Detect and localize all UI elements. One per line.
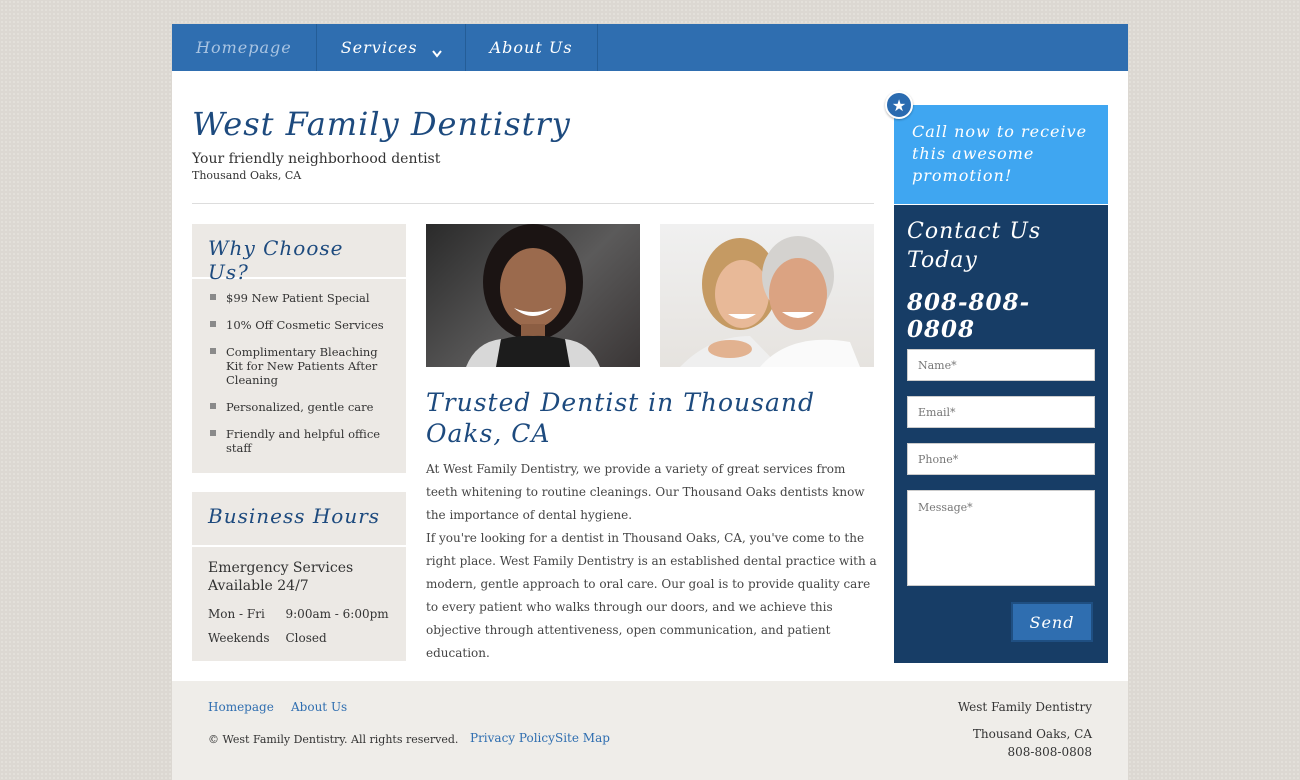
copyright: © West Family Dentistry. All rights rese… bbox=[208, 733, 459, 746]
emergency-services: Emergency Services Available 24/7 bbox=[208, 560, 354, 594]
nav-homepage-label: Homepage bbox=[196, 38, 292, 57]
list-item: $99 New Patient Special bbox=[210, 291, 390, 305]
nav-about-us[interactable]: About Us bbox=[466, 24, 598, 71]
hours-time: 9:00am - 6:00pm bbox=[285, 607, 389, 621]
footer-link-homepage[interactable]: Homepage bbox=[208, 700, 274, 714]
hours-table: Mon - Fri 9:00am - 6:00pm Weekends Close… bbox=[208, 607, 405, 655]
name-field[interactable] bbox=[907, 349, 1095, 381]
star-icon: ★ bbox=[885, 91, 913, 119]
footer: Homepage About Us © West Family Dentistr… bbox=[172, 681, 1128, 780]
section-title: Trusted Dentist in Thousand Oaks, CA bbox=[426, 388, 815, 448]
phone-field[interactable] bbox=[907, 443, 1095, 475]
footer-link-site-map[interactable]: Site Map bbox=[555, 731, 610, 745]
contact-title: Contact Us Today bbox=[907, 219, 1042, 273]
list-item: Personalized, gentle care bbox=[210, 400, 390, 414]
message-field[interactable] bbox=[907, 490, 1095, 586]
why-list: $99 New Patient Special 10% Off Cosmetic… bbox=[192, 279, 406, 455]
list-item: 10% Off Cosmetic Services bbox=[210, 318, 390, 332]
nav-services[interactable]: Services bbox=[317, 24, 466, 71]
business-hours-title: Business Hours bbox=[192, 492, 406, 547]
patient-photo-couple bbox=[660, 224, 874, 367]
why-choose-us-box: Why Choose Us? $99 New Patient Special 1… bbox=[192, 224, 406, 473]
why-choose-us-title: Why Choose Us? bbox=[192, 224, 406, 284]
business-hours-box: Business Hours Emergency Services Availa… bbox=[192, 492, 406, 661]
footer-phone: 808-808-0808 bbox=[1007, 745, 1092, 759]
contact-phone[interactable]: 808-808-0808 bbox=[907, 289, 1095, 343]
site-title: West Family Dentistry bbox=[192, 105, 571, 143]
body-text: At West Family Dentistry, we provide a v… bbox=[426, 458, 878, 665]
paragraph: If you're looking for a dentist in Thous… bbox=[426, 531, 877, 660]
table-row: Weekends Closed bbox=[208, 631, 405, 655]
footer-business-name: West Family Dentistry bbox=[957, 700, 1092, 714]
paragraph: At West Family Dentistry, we provide a v… bbox=[426, 462, 865, 522]
site-tagline: Your friendly neighborhood dentist bbox=[192, 151, 441, 167]
hours-day: Weekends bbox=[208, 631, 270, 645]
footer-link-privacy-policy[interactable]: Privacy Policy bbox=[470, 731, 555, 745]
table-row: Mon - Fri 9:00am - 6:00pm bbox=[208, 607, 405, 631]
hours-time: Closed bbox=[285, 631, 327, 645]
send-button[interactable]: Send bbox=[1011, 602, 1093, 642]
top-nav: Homepage Services About Us bbox=[172, 24, 1128, 71]
email-field[interactable] bbox=[907, 396, 1095, 428]
nav-homepage[interactable]: Homepage bbox=[172, 24, 317, 71]
patient-photo-woman bbox=[426, 224, 640, 367]
contact-form-panel: Contact Us Today 808-808-0808 Send bbox=[894, 205, 1108, 663]
nav-services-label: Services bbox=[340, 38, 418, 57]
footer-city: Thousand Oaks, CA bbox=[972, 727, 1092, 741]
list-item: Friendly and helpful office staff bbox=[210, 427, 390, 455]
list-item: Complimentary Bleaching Kit for New Pati… bbox=[210, 345, 390, 387]
site-location: Thousand Oaks, CA bbox=[192, 169, 302, 182]
chevron-down-icon bbox=[431, 43, 442, 58]
nav-about-label: About Us bbox=[489, 38, 573, 57]
main-panel: West Family Dentistry Your friendly neig… bbox=[172, 71, 1128, 681]
promotion-text: Call now to receive this awesome promoti… bbox=[912, 122, 1088, 185]
hours-day: Mon - Fri bbox=[208, 607, 265, 621]
header-divider bbox=[192, 203, 874, 204]
footer-link-about-us[interactable]: About Us bbox=[291, 700, 347, 714]
promotion-banner[interactable]: Call now to receive this awesome promoti… bbox=[894, 105, 1108, 204]
